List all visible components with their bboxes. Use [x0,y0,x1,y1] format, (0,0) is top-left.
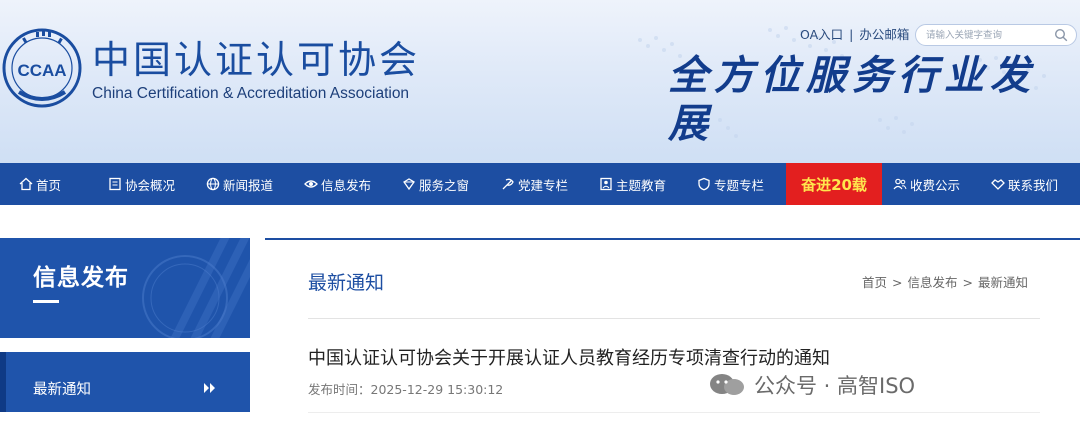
eye-icon [304,180,318,188]
nav-info[interactable]: 信息发布 [304,163,371,205]
watermark-text: 公众号 · 高智ISO [754,374,916,398]
nav-label: 党建专栏 [518,177,569,193]
association-name-cn: 中国认证认可协会 [92,38,421,82]
svg-text:CCAA: CCAA [17,61,66,80]
nav-party[interactable]: 党建专栏 [501,163,568,205]
sidebar-item-label: 最新通知 [33,382,91,398]
nav-label: 服务之窗 [419,177,470,193]
header-banner: CCAA 中国认证认可协会 China Certification & Accr… [0,0,1080,163]
users-icon [893,178,907,190]
content-title: 最新通知 [308,272,385,294]
nav-home[interactable]: 首页 [19,163,61,205]
breadcrumb-current: 最新通知 [978,275,1029,290]
mail-link[interactable]: 办公邮箱 [859,27,909,42]
party-icon [502,178,514,190]
ccaa-seal-logo: CCAA [2,28,82,108]
nav-fees[interactable]: 收费公示 [893,163,960,205]
link-separator: | [849,27,854,42]
search-input[interactable] [926,28,1041,43]
nav-special-topics[interactable]: 专题专栏 [697,163,764,205]
main-nav: 首页 协会概况 新闻报道 信息发布 服务之窗 党建专栏 主题教育 专题专栏 奋进… [0,163,1080,205]
wechat-icon [710,374,744,395]
person-badge-icon [600,177,612,191]
divider [308,318,1040,319]
article-title: 中国认证认可协会关于开展认证人员教育经历专项清查行动的通知 [308,348,830,369]
sidebar-title: 信息发布 [33,265,129,291]
breadcrumb-separator: > [892,275,903,290]
slogan: 全方位服务行业发展 [668,52,1036,147]
title-underline [33,300,59,303]
sidebar-header: 信息发布 [0,238,250,338]
shield-icon [698,177,710,191]
search-icon[interactable] [1054,28,1068,42]
nav-label: 协会概况 [125,177,176,193]
top-links: OA入口 | 办公邮箱 [800,27,909,43]
stripe-decoration [142,238,250,338]
handshake-icon [991,179,1005,190]
globe-icon [206,177,220,191]
breadcrumb: 首页 > 信息发布 > 最新通知 [862,272,1028,291]
double-chevron-right-icon [204,383,215,393]
search-box [915,24,1077,46]
content-panel [265,238,1080,428]
nav-service[interactable]: 服务之窗 [402,163,469,205]
watermark: 公众号 · 高智ISO [708,368,915,402]
active-indicator [0,352,6,412]
breadcrumb-separator: > [962,275,973,290]
breadcrumb-info[interactable]: 信息发布 [908,275,958,290]
nav-contact[interactable]: 联系我们 [991,163,1058,205]
nav-20-years[interactable]: 奋进20载 [786,163,882,205]
service-icon [403,178,415,191]
nav-about[interactable]: 协会概况 [108,163,175,205]
oa-link[interactable]: OA入口 [800,27,843,42]
nav-label: 专题专栏 [714,177,765,193]
association-name-en: China Certification & Accreditation Asso… [92,85,410,102]
divider [308,412,1040,413]
document-icon [109,177,121,191]
nav-label: 联系我们 [1008,177,1059,193]
nav-label: 收费公示 [910,177,961,193]
nav-news[interactable]: 新闻报道 [206,163,273,205]
breadcrumb-home[interactable]: 首页 [862,275,887,290]
nav-label: 新闻报道 [223,177,274,193]
home-icon [19,177,33,191]
nav-label: 信息发布 [321,177,372,193]
nav-label: 主题教育 [616,177,667,193]
nav-education[interactable]: 主题教育 [599,163,666,205]
nav-label: 首页 [36,177,62,193]
publish-time: 发布时间：2025-12-29 15:30:12 [308,382,504,397]
